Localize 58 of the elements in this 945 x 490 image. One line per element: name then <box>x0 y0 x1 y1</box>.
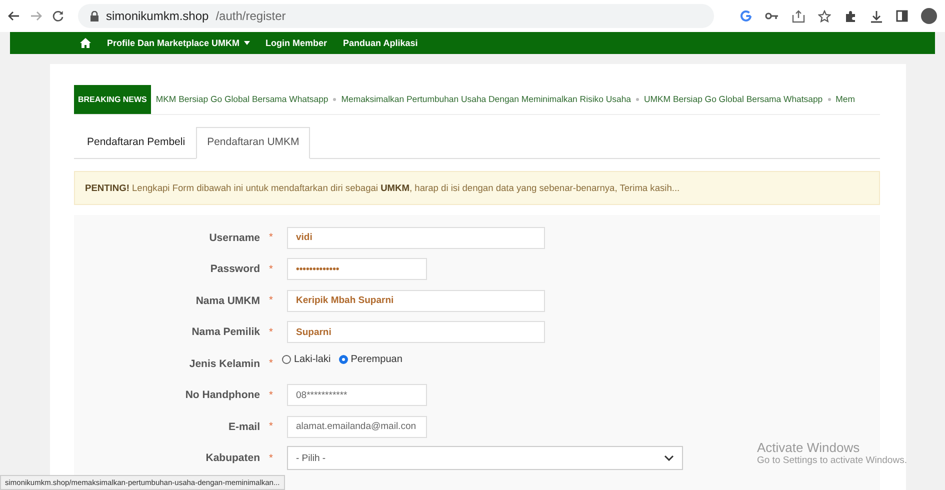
radio-label[interactable]: Laki-laki <box>294 354 331 366</box>
address-bar[interactable]: simonikumkm.shop /auth/register <box>78 4 714 28</box>
nav-link[interactable]: Panduan Aplikasi <box>343 38 418 48</box>
required-mark: * <box>268 295 274 306</box>
required-mark: * <box>268 421 274 432</box>
chevron-icon <box>664 455 674 462</box>
separator-dot <box>828 98 831 100</box>
radio-button[interactable] <box>282 355 291 364</box>
dropdown-select[interactable]: - Pilih - <box>287 446 683 470</box>
nav-link[interactable]: Profile Dan Marketplace UMKM <box>107 38 250 48</box>
nav-link[interactable]: Login Member <box>266 38 328 48</box>
profile-avatar[interactable] <box>921 8 937 24</box>
input-field[interactable]: Keripik Mbah Suparni <box>287 290 545 312</box>
news-link[interactable]: MKM Bersiap Go Global Bersama Whatsapp <box>156 94 328 104</box>
puzzle-icon[interactable] <box>844 10 857 22</box>
separator-dot <box>333 98 336 100</box>
input-field[interactable]: Suparni <box>287 321 545 344</box>
input-field[interactable]: vidi <box>287 226 545 249</box>
activation-title: Activate Windows <box>757 440 861 455</box>
lock-icon <box>90 10 99 22</box>
field-label: Kabupaten <box>204 452 260 464</box>
activation-text: Go to Settings to activate Windows. <box>757 455 907 466</box>
home-icon[interactable] <box>80 38 91 48</box>
required-mark: * <box>268 358 274 370</box>
required-mark: * <box>268 390 274 401</box>
news-link[interactable]: UMKM Bersiap Go Global Bersama Whatsapp <box>644 94 823 104</box>
sidebar-icon[interactable] <box>896 10 908 22</box>
field-label: Password <box>209 263 260 276</box>
google-icon[interactable] <box>740 10 752 22</box>
radio-button[interactable] <box>338 355 348 364</box>
breaking-news-label: BREAKING NEWS <box>74 84 151 114</box>
input-field[interactable]: 08*********** <box>287 384 427 406</box>
required-mark: * <box>268 232 274 244</box>
tab[interactable]: Pendaftaran Pembeli <box>76 127 196 159</box>
field-label: Nama UMKM <box>194 294 260 307</box>
field-label: Nama Pemilik <box>190 326 260 338</box>
input-field[interactable]: alamat.emailanda@mail.con <box>287 416 427 438</box>
required-mark: * <box>268 326 274 338</box>
star-icon[interactable] <box>818 10 831 22</box>
key-icon[interactable] <box>765 11 779 21</box>
field-label: E-mail <box>227 420 260 433</box>
back-icon[interactable] <box>8 11 20 21</box>
field-label: Jenis Kelamin <box>188 358 260 370</box>
required-mark: * <box>268 452 274 464</box>
required-mark: * <box>268 264 274 275</box>
radio-label[interactable]: Perempuan <box>350 354 402 366</box>
share-icon[interactable] <box>792 10 805 22</box>
download-icon[interactable] <box>870 10 883 22</box>
separator-dot <box>636 98 639 100</box>
news-link[interactable]: Mem <box>836 94 855 104</box>
input-field[interactable]: ••••••••••••• <box>287 258 427 280</box>
caret-icon <box>244 41 250 45</box>
field-label: Username <box>208 232 260 244</box>
reload-icon[interactable] <box>52 10 64 22</box>
alert-message: PENTING! Lengkapi Form dibawah ini untuk mendaftarkan diri sebagai UMKM, harap di isi dengan data yang sebenar-benarnya, Terima kasih... <box>74 171 880 205</box>
field-label: No Handphone <box>184 389 260 402</box>
tab[interactable]: Pendaftaran UMKM <box>196 127 310 159</box>
news-link[interactable]: Memaksimalkan Pertumbuhan Usaha Dengan Meminimalkan Risiko Usaha <box>341 94 631 104</box>
